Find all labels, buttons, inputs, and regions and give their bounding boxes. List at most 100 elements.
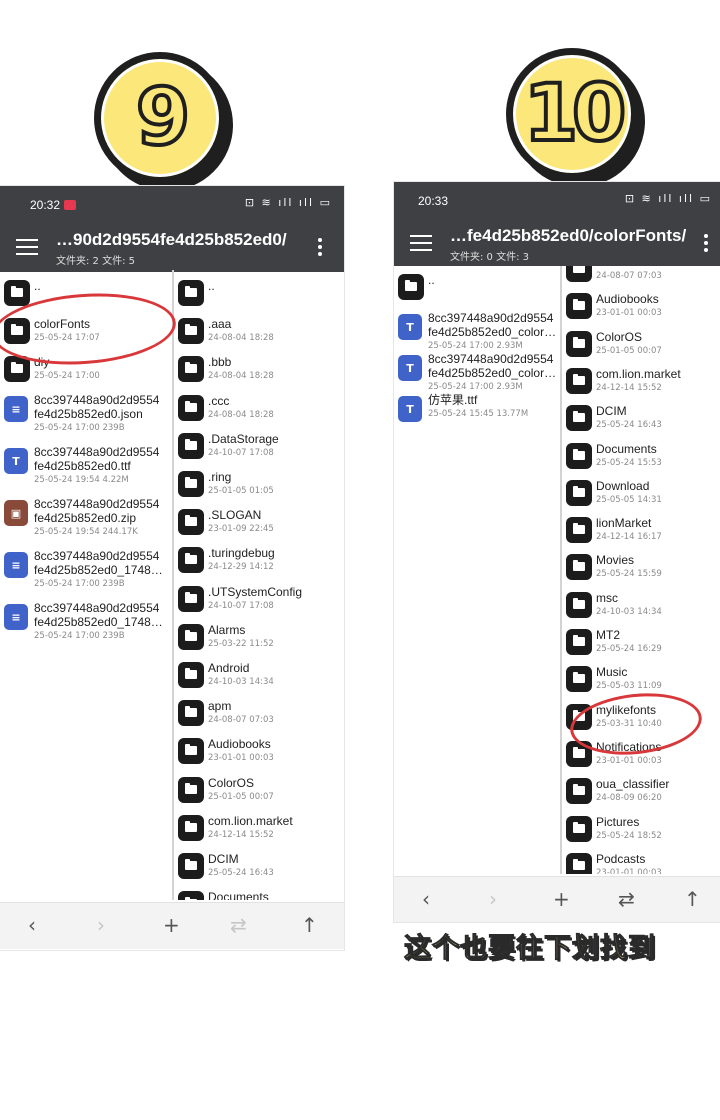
folder-row[interactable]: .UTSystemConfig 24-10-07 17:08 xyxy=(174,582,344,620)
folder-row[interactable]: .ccc 24-08-04 18:28 xyxy=(174,391,344,429)
folder-row[interactable]: msc 24-10-03 14:34 xyxy=(562,588,720,625)
folder-row[interactable]: MT2 25-05-24 16:29 xyxy=(562,625,720,662)
file-row[interactable]: ≡ 8cc397448a90d2d9554 fe4d25b852ed0_1748… 2… xyxy=(0,546,172,598)
entry-meta: 24-10-07 17:08 xyxy=(208,447,274,458)
folder-row[interactable]: .aaa 24-08-04 18:28 xyxy=(174,314,344,352)
forward-icon[interactable]: › xyxy=(97,913,105,937)
folder-row[interactable]: DCIM 25-05-24 16:43 xyxy=(562,401,720,438)
folder-icon xyxy=(4,280,30,306)
folder-row[interactable]: Pictures 25-05-24 18:52 xyxy=(562,812,720,849)
entry-name: 8cc397448a90d2d9554 xyxy=(34,549,160,563)
add-icon[interactable]: + xyxy=(163,913,180,937)
entry-meta: 24-10-03 14:34 xyxy=(596,606,662,617)
folder-row[interactable]: oua_classifier 24-08-09 06:20 xyxy=(562,774,720,811)
folder-row[interactable]: Movies 25-05-24 15:59 xyxy=(562,550,720,587)
folder-row[interactable]: com.lion.market 24-12-14 15:52 xyxy=(174,811,344,849)
folder-row[interactable]: DCIM 25-05-24 16:43 xyxy=(174,849,344,887)
folder-row[interactable]: .. xyxy=(394,270,560,308)
entry-meta: 24-10-07 17:08 xyxy=(208,600,274,611)
entry-name: .. xyxy=(34,279,41,293)
folder-icon xyxy=(178,394,204,421)
entry-meta: 23-01-09 22:45 xyxy=(208,524,274,535)
file-row[interactable]: T 仿苹果.ttf 25-05-24 15:45 13.77M xyxy=(394,390,560,428)
menu-icon[interactable] xyxy=(410,235,432,253)
file-row[interactable]: ≡ 8cc397448a90d2d9554 fe4d25b852ed0.json 25… xyxy=(0,390,172,442)
folder-row[interactable]: .SLOGAN 23-01-09 22:45 xyxy=(174,505,344,543)
folder-row[interactable]: .bbb 24-08-04 18:28 xyxy=(174,352,344,390)
up-directory-icon[interactable]: ↑ xyxy=(301,913,318,937)
folder-row[interactable]: Audiobooks 23-01-01 00:03 xyxy=(174,734,344,772)
back-icon[interactable]: ‹ xyxy=(422,887,430,911)
entry-meta: 24-12-29 14:12 xyxy=(208,562,274,573)
entry-name: Pictures xyxy=(596,814,640,829)
menu-icon[interactable] xyxy=(16,239,38,257)
entry-meta: 25-05-24 19:54 244.17K xyxy=(34,527,138,537)
folder-icon xyxy=(566,517,592,544)
entry-name: 8cc397448a90d2d9554 xyxy=(428,352,554,366)
more-options-icon[interactable] xyxy=(704,234,708,255)
entry-meta: 25-03-22 11:52 xyxy=(208,638,274,649)
app-toolbar: 20:33 ⊡ ≋ ıll ıll ▭ …fe4d25b852ed0/color… xyxy=(394,182,720,266)
folder-row[interactable]: Podcasts 23-01-01 00:03 xyxy=(562,849,720,874)
folder-icon xyxy=(566,442,592,469)
folder-row[interactable]: .ring 25-01-05 01:05 xyxy=(174,467,344,505)
folder-row[interactable]: apm 24-08-07 07:03 xyxy=(174,696,344,734)
entry-name-line2: fe4d25b852ed0_1748… xyxy=(34,563,163,577)
entry-meta: 24-12-14 16:17 xyxy=(596,532,662,543)
entry-name: .DataStorage xyxy=(208,431,279,446)
file-row[interactable]: ≡ 8cc397448a90d2d9554 fe4d25b852ed0_1748… 2… xyxy=(0,598,172,650)
entry-meta: 25-05-24 19:54 4.22M xyxy=(34,475,129,485)
current-path: …90d2d9554fe4d25b852ed0/ xyxy=(56,230,287,249)
folder-row[interactable]: Documents 25-05-24 15:53 xyxy=(562,439,720,476)
entry-name: Documents xyxy=(208,890,269,900)
add-icon[interactable]: + xyxy=(553,887,570,911)
instruction-caption: 这个也要往下划找到 xyxy=(404,933,656,965)
bottom-navigation: ‹ › + ⇄ ↑ xyxy=(0,902,344,949)
folder-row[interactable]: Audiobooks 23-01-01 00:03 xyxy=(562,289,720,326)
folder-row[interactable]: Download 25-05-05 14:31 xyxy=(562,476,720,513)
back-icon[interactable]: ‹ xyxy=(28,913,36,937)
swap-panes-icon[interactable]: ⇄ xyxy=(618,887,635,911)
file-row[interactable]: ▣ 8cc397448a90d2d9554 fe4d25b852ed0.zip 25-… xyxy=(0,494,172,546)
folder-row[interactable]: 24-08-07 07:03 xyxy=(562,266,720,289)
entry-meta: 25-05-05 14:31 xyxy=(596,494,662,505)
entry-name: Music xyxy=(596,665,628,680)
entry-name: apm xyxy=(208,699,232,714)
file-row[interactable]: T 8cc397448a90d2d9554 fe4d25b852ed0.ttf 25-… xyxy=(0,442,172,494)
folder-row[interactable]: lionMarket 24-12-14 16:17 xyxy=(562,513,720,550)
folder-icon xyxy=(178,662,204,688)
entry-meta: 23-01-01 00:03 xyxy=(208,753,274,764)
entry-name-line2: fe4d25b852ed0_1748… xyxy=(34,615,163,629)
swap-panes-icon[interactable]: ⇄ xyxy=(230,913,247,937)
folder-icon xyxy=(178,891,204,900)
entry-meta: 25-05-24 16:43 xyxy=(208,868,274,878)
entry-name: .turingdebug xyxy=(208,546,275,561)
folder-icon xyxy=(178,814,204,841)
entry-meta: 24-08-09 06:20 xyxy=(596,793,662,804)
entry-name: .. xyxy=(208,279,215,293)
folder-row[interactable]: .turingdebug 24-12-29 14:12 xyxy=(174,543,344,581)
folder-row[interactable]: .. xyxy=(174,276,344,314)
folder-row[interactable]: com.lion.market 24-12-14 15:52 xyxy=(562,364,720,401)
up-directory-icon[interactable]: ↑ xyxy=(684,887,701,911)
entry-name: 8cc397448a90d2d9554 xyxy=(34,497,160,511)
entry-meta: 25-05-24 17:00 239B xyxy=(34,423,125,433)
folder-icon xyxy=(566,815,592,842)
folder-row[interactable]: .DataStorage 24-10-07 17:08 xyxy=(174,429,344,467)
item-counts: 文件夹: 2 文件: 5 xyxy=(56,256,135,267)
folder-row[interactable]: ColorOS 25-01-05 00:07 xyxy=(174,773,344,811)
entry-meta: 24-10-03 14:34 xyxy=(208,677,274,687)
entry-meta: 25-05-24 17:00 239B xyxy=(34,579,125,589)
forward-icon[interactable]: › xyxy=(489,887,497,911)
entry-name-line2: fe4d25b852ed0_color… xyxy=(428,325,557,339)
folder-row[interactable]: Android 24-10-03 14:34 xyxy=(174,658,344,696)
entry-name: 8cc397448a90d2d9554 xyxy=(34,601,160,615)
folder-row[interactable]: Alarms 25-03-22 11:52 xyxy=(174,620,344,658)
folder-icon xyxy=(566,778,592,805)
folder-row[interactable]: ColorOS 25-01-05 00:07 xyxy=(562,327,720,364)
entry-name: .ring xyxy=(208,470,232,484)
more-options-icon[interactable] xyxy=(318,238,322,259)
folder-row[interactable]: Documents xyxy=(174,887,344,900)
entry-meta: 25-01-05 01:05 xyxy=(208,486,274,496)
document-icon: ≡ xyxy=(4,396,28,422)
